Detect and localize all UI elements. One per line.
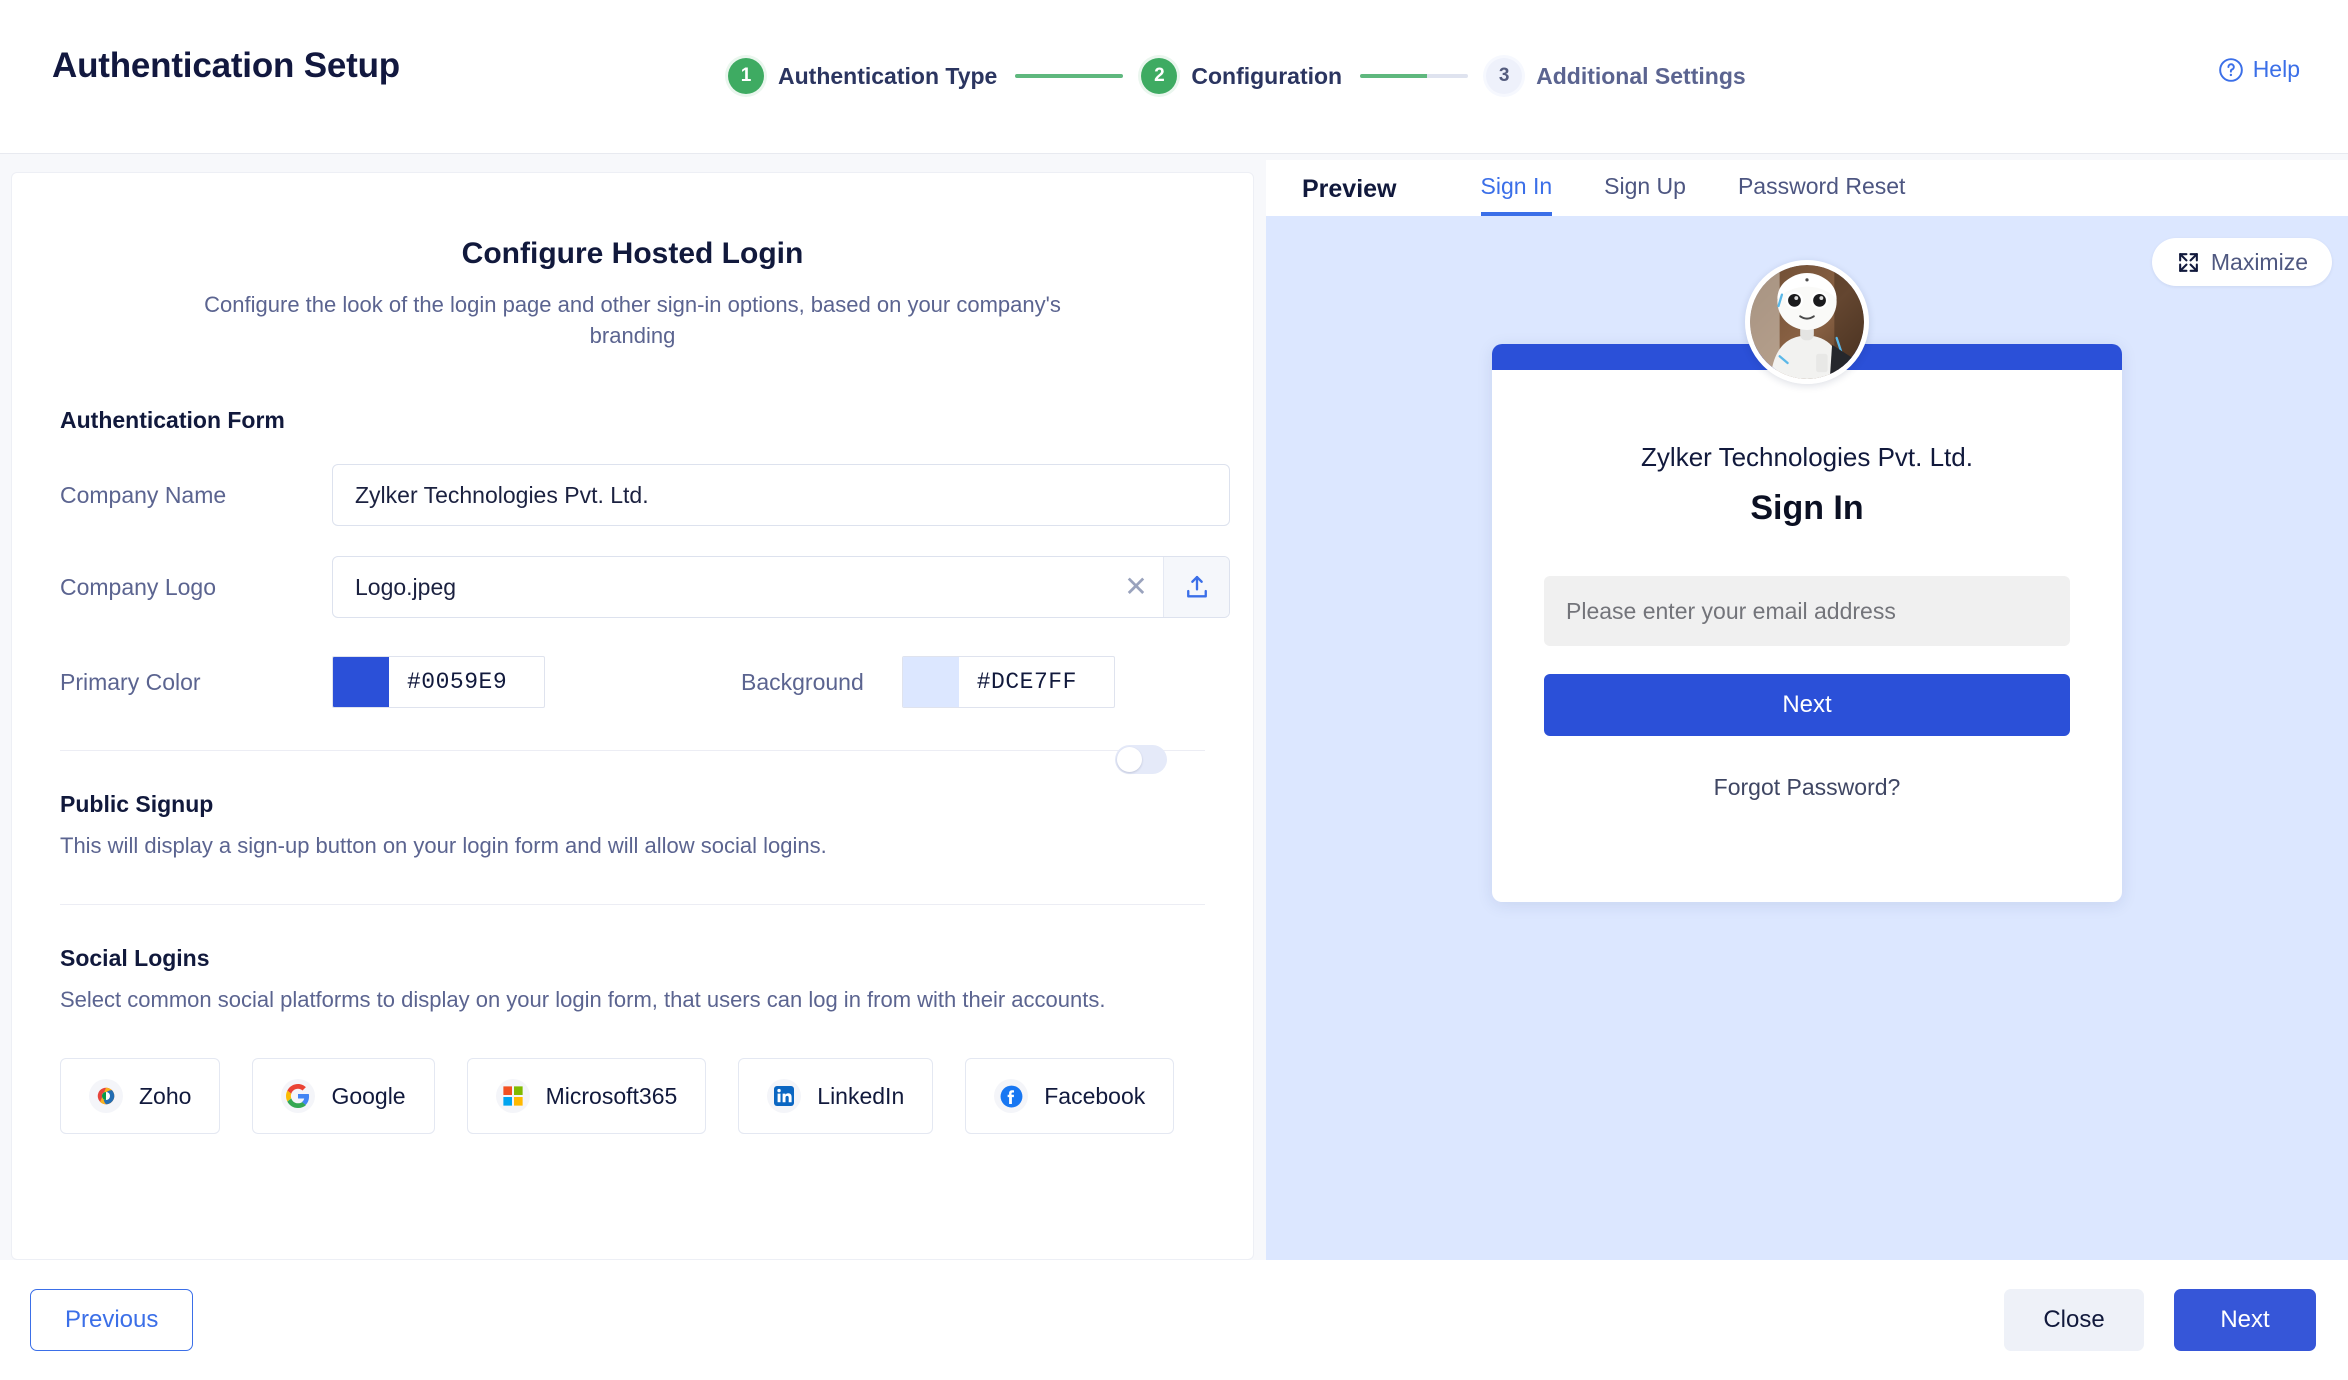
divider-1: [60, 750, 1205, 751]
step-connector-2: [1360, 74, 1469, 78]
preview-canvas: Maximize Zylker Technologies Pvt. Ltd. S…: [1266, 216, 2348, 1260]
public-signup-toggle[interactable]: [1115, 745, 1167, 774]
login-next-button[interactable]: Next: [1544, 674, 2070, 736]
expand-arrows-icon: [2179, 252, 2198, 272]
step-authentication-type[interactable]: 1 Authentication Type: [728, 58, 997, 94]
form-title: Configure Hosted Login: [461, 237, 804, 270]
preview-header: Preview Sign In Sign Up Password Reset: [1266, 160, 2348, 216]
company-name-row: Company Name Zylker Technologies Pvt. Lt…: [60, 464, 1253, 526]
primary-color-swatch[interactable]: [333, 657, 389, 707]
configuration-form-card: Configure Hosted Login Configure the loo…: [11, 172, 1254, 1260]
step-3-label: Additional Settings: [1536, 62, 1746, 89]
primary-color-label: Primary Color: [60, 668, 201, 695]
social-provider-facebook[interactable]: Facebook: [965, 1058, 1175, 1134]
step-additional-settings[interactable]: 3 Additional Settings: [1486, 58, 1746, 94]
upload-icon: [1186, 575, 1207, 598]
step-3-number: 3: [1486, 58, 1523, 94]
background-color-value[interactable]: #DCE7FF: [959, 657, 1114, 707]
background-color-field[interactable]: #DCE7FF: [901, 656, 1115, 708]
form-subtitle: Configure the look of the login page and…: [204, 292, 1061, 348]
help-button[interactable]: Help: [2218, 56, 2300, 83]
app-header: Authentication Setup 1 Authentication Ty…: [0, 0, 2348, 154]
divider-2: [60, 904, 1205, 905]
tab-sign-up[interactable]: Sign Up: [1604, 173, 1686, 216]
next-button[interactable]: Next: [2174, 1289, 2316, 1351]
public-signup-heading: Public Signup: [60, 791, 214, 817]
step-1-number: 1: [728, 58, 764, 94]
wizard-footer: Previous Close Next: [0, 1260, 2348, 1380]
social-provider-label: Zoho: [139, 1082, 192, 1109]
company-logo-filename: Logo.jpeg: [355, 573, 457, 600]
upload-logo-button[interactable]: [1163, 557, 1229, 617]
social-provider-list: Zoho Google Microsoft365 LinkedIn Facebo…: [60, 1058, 1253, 1134]
primary-color-field[interactable]: #0059E9: [332, 656, 545, 708]
robot-avatar: [1750, 265, 1864, 379]
zoho-icon: [89, 1079, 123, 1113]
google-icon: [281, 1079, 316, 1113]
authentication-form-heading: Authentication Form: [60, 407, 285, 433]
social-provider-label: LinkedIn: [817, 1082, 905, 1109]
social-provider-zoho[interactable]: Zoho: [60, 1058, 221, 1134]
primary-color-value[interactable]: #0059E9: [389, 657, 544, 707]
help-label: Help: [2252, 56, 2300, 82]
company-logo-field[interactable]: Logo.jpeg ✕: [332, 556, 1230, 618]
step-2-number: 2: [1141, 58, 1178, 94]
social-provider-microsoft365[interactable]: Microsoft365: [466, 1058, 707, 1134]
preview-tabs: Sign In Sign Up Password Reset: [1480, 173, 1905, 216]
preview-title: Preview: [1302, 175, 1397, 203]
maximize-label: Maximize: [2210, 248, 2308, 275]
tab-sign-in[interactable]: Sign In: [1480, 173, 1553, 216]
facebook-icon: [994, 1079, 1029, 1113]
company-name-input[interactable]: Zylker Technologies Pvt. Ltd.: [332, 464, 1230, 526]
maximize-button[interactable]: Maximize: [2151, 238, 2332, 286]
login-card-body: Zylker Technologies Pvt. Ltd. Sign In Pl…: [1492, 442, 2122, 801]
avatar: [1745, 260, 1869, 384]
microsoft-icon: [495, 1079, 530, 1113]
social-provider-label: Facebook: [1044, 1082, 1146, 1109]
step-1-label: Authentication Type: [778, 62, 998, 89]
step-connector-1: [1015, 74, 1124, 78]
social-provider-linkedin[interactable]: LinkedIn: [738, 1058, 934, 1134]
login-company-name: Zylker Technologies Pvt. Ltd.: [1641, 442, 1973, 472]
tab-password-reset[interactable]: Password Reset: [1738, 173, 1905, 216]
social-logins-description: Select common social platforms to displa…: [60, 987, 1106, 1012]
linkedin-icon: [767, 1079, 802, 1113]
page-title: Authentication Setup: [52, 46, 400, 85]
company-logo-label: Company Logo: [60, 573, 216, 600]
company-name-label: Company Name: [60, 481, 227, 508]
previous-button[interactable]: Previous: [30, 1289, 194, 1351]
preview-panel: Preview Sign In Sign Up Password Reset M…: [1266, 160, 2348, 1260]
auth-setup-page: Authentication Setup 1 Authentication Ty…: [0, 0, 2348, 1380]
close-icon[interactable]: ✕: [1109, 573, 1163, 601]
company-logo-row: Company Logo Logo.jpeg ✕: [60, 556, 1253, 618]
login-preview-card: Zylker Technologies Pvt. Ltd. Sign In Pl…: [1492, 344, 2122, 902]
social-provider-label: Google: [331, 1082, 406, 1109]
social-logins-section: Social Logins Select common social platf…: [12, 945, 1253, 1134]
step-2-label: Configuration: [1191, 62, 1343, 89]
background-color-swatch[interactable]: [902, 657, 959, 707]
social-logins-heading: Social Logins: [60, 945, 210, 971]
background-color-label: Background: [741, 668, 864, 695]
forgot-password-link[interactable]: Forgot Password?: [1544, 774, 2070, 801]
public-signup-description: This will display a sign-up button on yo…: [60, 833, 827, 858]
social-provider-google[interactable]: Google: [252, 1058, 435, 1134]
question-circle-icon: [2218, 57, 2243, 82]
login-heading: Sign In: [1750, 489, 1864, 527]
login-email-input[interactable]: Please enter your email address: [1544, 576, 2070, 646]
toggle-knob: [1117, 747, 1142, 772]
wizard-stepper: 1 Authentication Type 2 Configuration 3 …: [728, 54, 1746, 98]
step-configuration[interactable]: 2 Configuration: [1141, 58, 1342, 94]
close-button[interactable]: Close: [2004, 1289, 2144, 1351]
colors-row: Primary Color #0059E9 Background #DCE7FF: [60, 656, 1253, 708]
social-provider-label: Microsoft365: [545, 1082, 678, 1109]
public-signup-row: Public Signup This will display a sign-u…: [12, 745, 1253, 862]
